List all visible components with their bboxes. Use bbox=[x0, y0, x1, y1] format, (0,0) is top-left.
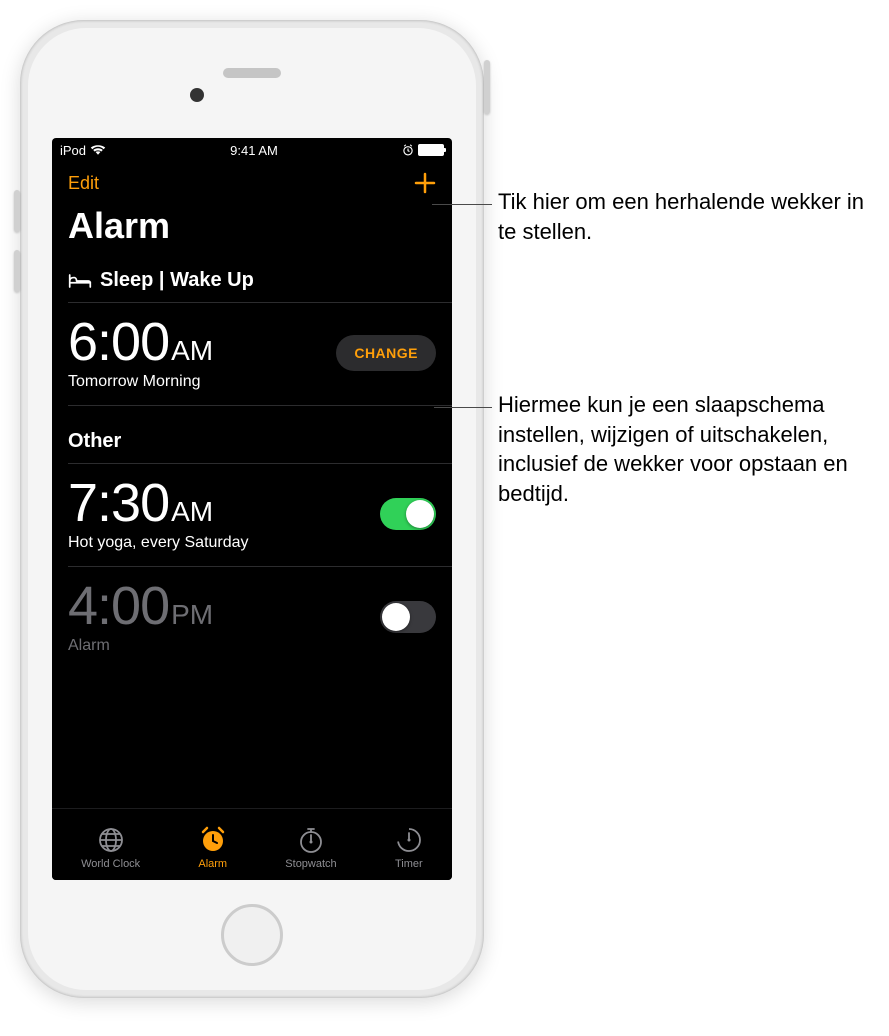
alarm-ampm: PM bbox=[171, 599, 213, 631]
other-header-label: Other bbox=[68, 430, 121, 453]
battery-icon bbox=[418, 144, 444, 156]
sleep-alarm-sub: Tomorrow Morning bbox=[68, 373, 213, 391]
alarm-row: 7:30 AM Hot yoga, every Saturday bbox=[52, 464, 452, 566]
alarm-sub: Alarm bbox=[68, 637, 213, 655]
other-section-header: Other bbox=[52, 406, 452, 463]
volume-up-button[interactable] bbox=[14, 190, 20, 232]
stopwatch-icon bbox=[297, 826, 325, 854]
alarm-toggle[interactable] bbox=[380, 498, 436, 530]
alarm-row: 4:00 PM Alarm bbox=[52, 567, 452, 669]
callout-add: Tik hier om een herhalende wekker in te … bbox=[498, 187, 878, 246]
ipod-device-frame: iPod 9:41 AM Edit bbox=[20, 20, 484, 998]
tab-alarm[interactable]: Alarm bbox=[198, 826, 227, 870]
carrier-label: iPod bbox=[60, 143, 86, 158]
edit-button[interactable]: Edit bbox=[68, 173, 99, 194]
tab-label: World Clock bbox=[81, 858, 140, 870]
globe-icon bbox=[97, 826, 125, 854]
tab-stopwatch[interactable]: Stopwatch bbox=[285, 826, 336, 870]
power-button[interactable] bbox=[484, 60, 490, 114]
add-alarm-button[interactable] bbox=[414, 172, 436, 195]
wifi-icon bbox=[90, 144, 106, 156]
tab-world-clock[interactable]: World Clock bbox=[81, 826, 140, 870]
change-button[interactable]: CHANGE bbox=[336, 335, 436, 371]
screen: iPod 9:41 AM Edit bbox=[52, 138, 452, 880]
sleep-section-header: Sleep | Wake Up bbox=[52, 259, 452, 302]
timer-icon bbox=[395, 826, 423, 854]
tab-label: Stopwatch bbox=[285, 858, 336, 870]
alarm-ampm: AM bbox=[171, 496, 213, 528]
status-time: 9:41 AM bbox=[230, 143, 278, 158]
front-camera bbox=[190, 88, 204, 102]
device-bezel: iPod 9:41 AM Edit bbox=[28, 28, 476, 990]
alarm-list[interactable]: Sleep | Wake Up 6:00 AM Tomorrow Morning… bbox=[52, 259, 452, 808]
home-button[interactable] bbox=[221, 904, 283, 966]
nav-bar: Edit bbox=[52, 162, 452, 201]
volume-down-button[interactable] bbox=[14, 250, 20, 292]
alarm-status-icon bbox=[402, 144, 414, 156]
status-bar: iPod 9:41 AM bbox=[52, 138, 452, 162]
sleep-alarm-time: 6:00 bbox=[68, 315, 169, 369]
page-title: Alarm bbox=[52, 201, 452, 259]
alarm-toggle[interactable] bbox=[380, 601, 436, 633]
sleep-header-label: Sleep | Wake Up bbox=[100, 269, 254, 292]
tab-label: Alarm bbox=[198, 858, 227, 870]
alarm-icon bbox=[199, 826, 227, 854]
tab-label: Timer bbox=[395, 858, 423, 870]
callout-line bbox=[434, 407, 492, 408]
sleep-alarm-row: 6:00 AM Tomorrow Morning CHANGE bbox=[52, 303, 452, 405]
bed-icon bbox=[68, 273, 92, 289]
alarm-time: 4:00 bbox=[68, 579, 169, 633]
callout-line bbox=[432, 204, 492, 205]
callout-change: Hiermee kun je een slaapschema instellen… bbox=[498, 390, 868, 509]
alarm-time: 7:30 bbox=[68, 476, 169, 530]
alarm-sub: Hot yoga, every Saturday bbox=[68, 534, 249, 552]
tab-timer[interactable]: Timer bbox=[395, 826, 423, 870]
speaker-grille bbox=[223, 68, 281, 78]
tab-bar: World Clock Alarm Stop bbox=[52, 808, 452, 880]
sleep-alarm-ampm: AM bbox=[171, 335, 213, 367]
